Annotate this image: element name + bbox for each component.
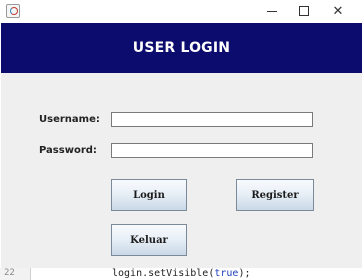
close-icon: ✕ [332,3,344,19]
code-line: login.setVisible(true); [112,268,251,279]
line-gutter: 22 [0,268,31,280]
header-banner: USER LOGIN [1,23,362,73]
page-title: USER LOGIN [132,40,231,56]
title-bar: ✕ [0,0,362,22]
close-button[interactable]: ✕ [320,0,356,22]
password-field[interactable] [111,143,313,158]
maximize-icon [299,6,309,16]
login-panel: USER LOGIN Username: Password: Login Reg… [1,23,362,280]
background-code-editor: 22 login.setVisible(true); [0,268,362,280]
username-field[interactable] [111,112,313,127]
username-label: Username: [39,114,100,125]
java-app-icon [6,4,20,18]
password-label: Password: [39,145,97,156]
minimize-icon [267,10,277,12]
minimize-button[interactable] [254,0,290,22]
register-button[interactable]: Register [236,179,314,211]
code-keyword: true [214,268,239,279]
keluar-button[interactable]: Keluar [111,224,187,256]
line-number: 22 [4,268,15,278]
code-text-end: ); [238,268,251,279]
code-text: login.setVisible( [112,268,215,279]
login-button[interactable]: Login [111,179,187,211]
maximize-button[interactable] [286,0,322,22]
